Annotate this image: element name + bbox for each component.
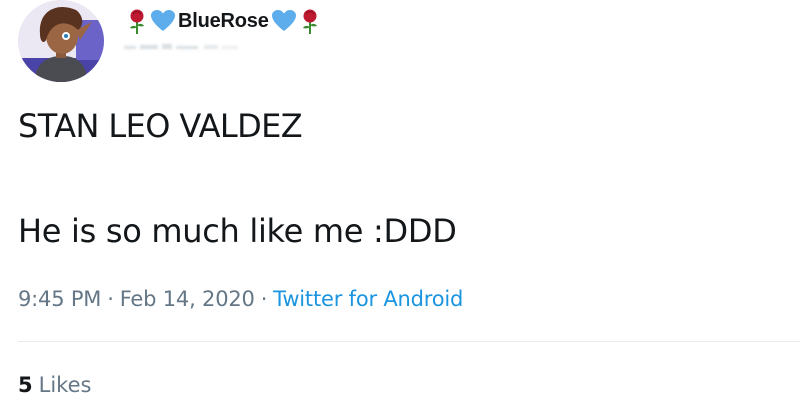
rose-icon xyxy=(126,8,148,34)
likes-stat[interactable]: 5 Likes xyxy=(18,370,91,400)
tweet-text-line-2: He is so much like me :DDD xyxy=(18,212,457,250)
tweet-text-line-1: STAN LEO VALDEZ xyxy=(18,107,303,145)
display-name-text: BlueRose xyxy=(178,9,269,32)
avatar[interactable] xyxy=(18,0,104,82)
display-name[interactable]: BlueRose xyxy=(126,6,321,36)
blue-heart-icon xyxy=(271,9,297,33)
user-handle-blurred xyxy=(124,40,254,54)
meta-separator: · xyxy=(260,287,268,311)
tweet-date[interactable]: Feb 14, 2020 xyxy=(120,287,255,311)
rose-icon xyxy=(299,8,321,34)
blue-heart-icon xyxy=(150,9,176,33)
meta-separator: · xyxy=(107,287,114,311)
tweet-time[interactable]: 9:45 PM xyxy=(18,287,101,311)
tweet-meta: 9:45 PM · Feb 14, 2020 · Twitter for Android xyxy=(18,284,463,314)
likes-label: Likes xyxy=(38,373,92,397)
likes-count: 5 xyxy=(18,373,33,397)
divider xyxy=(18,341,800,342)
tweet-card: BlueRose STAN LEO VALDEZ He is so much l… xyxy=(0,0,800,419)
tweet-source-link[interactable]: Twitter for Android xyxy=(273,287,463,311)
